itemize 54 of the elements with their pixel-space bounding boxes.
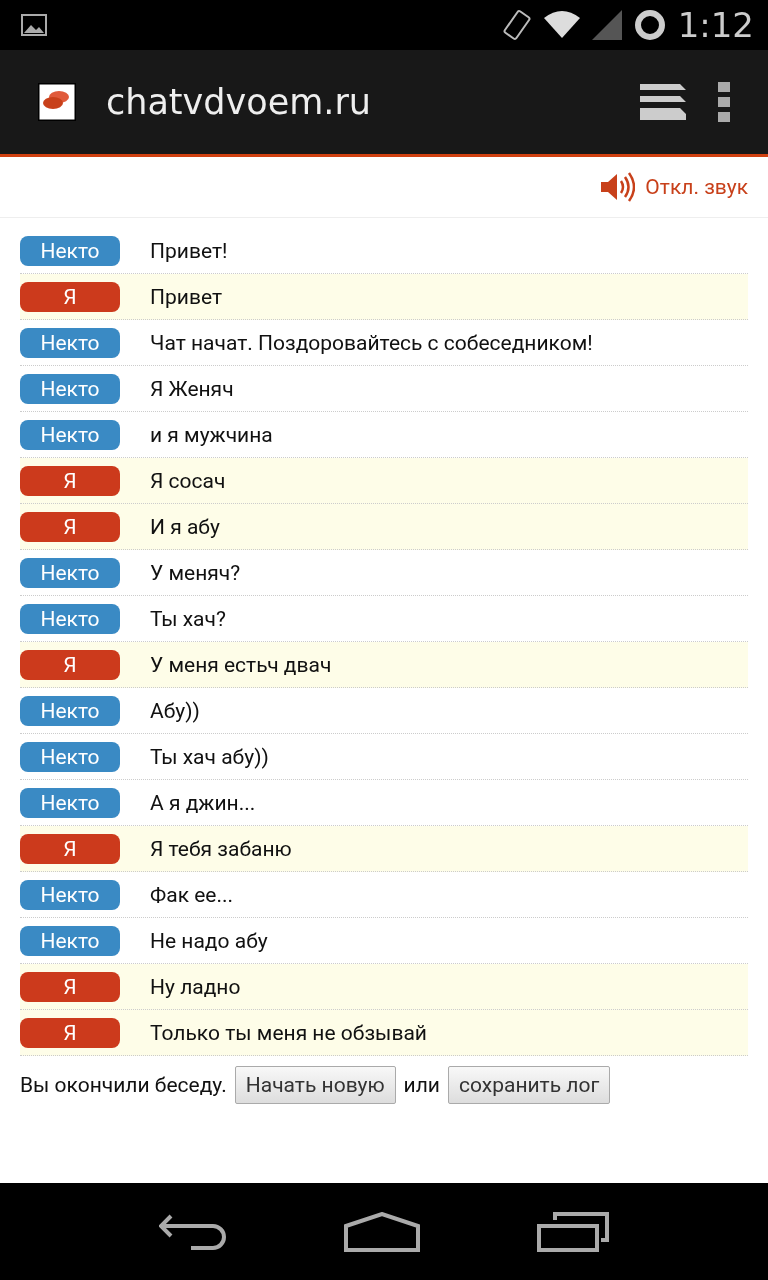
message-text: У меняч? — [150, 560, 241, 585]
sender-label: Некто — [20, 925, 120, 956]
sender-label: Некто — [20, 787, 120, 818]
sender-label: Я — [20, 281, 120, 312]
sender-label: Некто — [20, 235, 120, 266]
message-text: Я сосач — [150, 468, 226, 493]
page-title: chatvdvoem.ru — [106, 82, 372, 122]
message-text: Привет! — [150, 238, 228, 263]
home-icon[interactable] — [344, 1211, 420, 1252]
message-text: И я абу — [150, 514, 220, 539]
message-text: Я Женяч — [150, 376, 234, 401]
sender-label: Я — [20, 649, 120, 680]
sender-label: Некто — [20, 557, 120, 588]
sender-label: Некто — [20, 327, 120, 358]
message-text: Ты хач? — [150, 606, 226, 631]
message-text: Чат начат. Поздоровайтесь с собеседником! — [150, 330, 593, 355]
or-text: или — [403, 1073, 440, 1097]
message-text: Ты хач абу)) — [150, 744, 269, 769]
new-chat-button[interactable]: Начать новую — [234, 1066, 396, 1104]
sender-label: Я — [20, 971, 120, 1002]
recent-apps-icon[interactable] — [537, 1211, 610, 1252]
sender-label: Некто — [20, 741, 120, 772]
message-text: Привет — [150, 284, 223, 309]
message-text: Только ты меня не обзывай — [150, 1020, 427, 1045]
message-text: Не надо абу — [150, 928, 268, 953]
tabs-icon[interactable] — [640, 84, 688, 120]
sender-label: Некто — [20, 373, 120, 404]
more-menu-icon[interactable] — [718, 82, 730, 122]
clock: 1:12 — [677, 5, 754, 45]
end-message: Вы окончили беседу. — [20, 1073, 227, 1097]
picture-icon — [20, 13, 48, 37]
message-text: Ну ладно — [150, 974, 241, 999]
vibrate-icon — [501, 8, 532, 42]
message-text: Абу)) — [150, 698, 200, 723]
sender-label: Я — [20, 511, 120, 542]
sender-label: Я — [20, 465, 120, 496]
sender-label: Я — [20, 1017, 120, 1048]
sender-label: Некто — [20, 419, 120, 450]
save-log-button[interactable]: сохранить лог — [448, 1066, 611, 1104]
message-text: и я мужчина — [150, 422, 273, 447]
sender-label: Некто — [20, 603, 120, 634]
wifi-icon — [543, 10, 580, 40]
speaker-icon[interactable] — [601, 171, 636, 203]
signal-icon — [591, 10, 622, 40]
battery-icon — [633, 9, 666, 41]
sender-label: Я — [20, 833, 120, 864]
sender-label: Некто — [20, 695, 120, 726]
message-text: А я джин... — [150, 790, 256, 815]
message-text: Я тебя забаню — [150, 836, 292, 861]
mute-link[interactable]: Откл. звук — [645, 175, 748, 199]
message-text: Фак ее... — [150, 882, 234, 907]
sender-label: Некто — [20, 879, 120, 910]
site-logo-icon — [38, 83, 76, 121]
message-text: У меня естьч двач — [150, 652, 332, 677]
